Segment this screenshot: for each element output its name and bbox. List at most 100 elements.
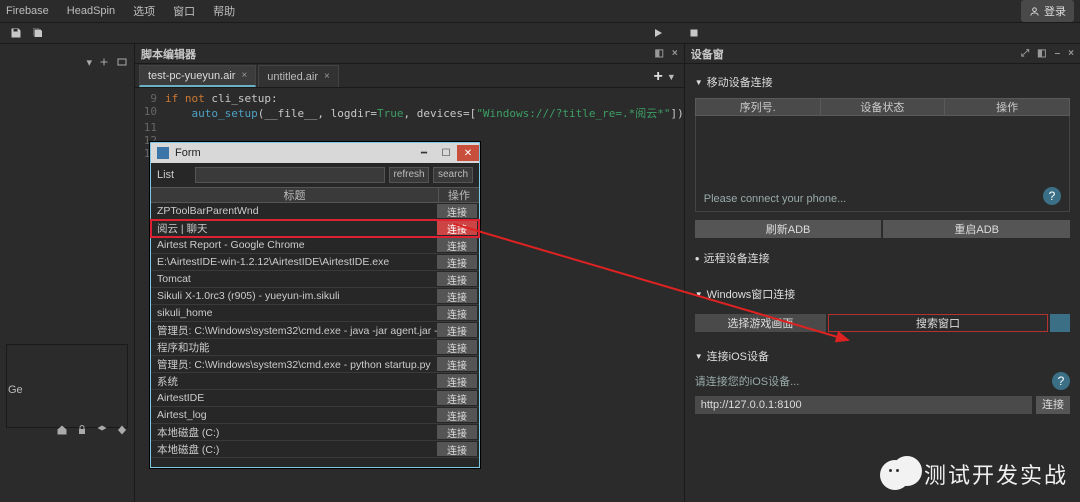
connect-button[interactable]: 连接 [437,204,477,218]
layers-icon[interactable] [96,424,108,436]
panel-dock-icon[interactable]: ◧ [1037,48,1046,59]
menu-window[interactable]: 窗口 [173,3,195,19]
tab-menu-icon[interactable]: ▼ [667,72,676,86]
connect-button[interactable]: 连接 [437,425,477,439]
dropdown-icon[interactable]: ▾ [86,56,92,69]
maximize-icon[interactable]: ☐ [435,145,457,161]
list-item[interactable]: Airtest Report - Google Chrome 连接 [151,237,479,254]
dialog-title: Form [175,147,201,159]
menu-help[interactable]: 帮助 [213,3,235,19]
minimize-icon[interactable]: ━ [413,145,435,161]
list-item[interactable]: Sikuli X-1.0rc3 (r905) - yueyun-im.sikul… [151,288,479,305]
list-item-title: 本地磁盘 (C:) [151,425,437,440]
connect-button[interactable]: 连接 [437,442,477,456]
editor-tabstrip: test-pc-yueyun.air × untitled.air × + ▼ [135,64,684,88]
search-button[interactable]: search [433,167,473,183]
tab-untitled[interactable]: untitled.air × [258,65,339,87]
panel-close-icon[interactable]: × [1068,48,1074,59]
connect-button[interactable]: 连接 [437,391,477,405]
list-item-title: AirtestIDE [151,392,437,404]
ios-connect-button[interactable]: 连接 [1036,396,1070,414]
section-windows[interactable]: ▼ Windows窗口连接 [695,282,1070,306]
user-icon [1029,6,1040,17]
col-serial: 序列号. [696,99,821,115]
list-item[interactable]: Tomcat 连接 [151,271,479,288]
list-item-title: Sikuli X-1.0rc3 (r905) - yueyun-im.sikul… [151,290,437,302]
menu-firebase[interactable]: Firebase [6,5,49,17]
connect-button[interactable]: 连接 [437,255,477,269]
login-button[interactable]: 登录 [1021,0,1074,22]
connect-button[interactable]: 连接 [437,238,477,252]
home-icon[interactable] [56,424,68,436]
close-icon[interactable]: ✕ [457,145,479,161]
panel-close-icon[interactable]: × [672,48,678,59]
list-item[interactable]: 管理员: C:\Windows\system32\cmd.exe - pytho… [151,356,479,373]
section-ios-label: 连接iOS设备 [707,348,769,364]
menu-headspin[interactable]: HeadSpin [67,5,115,17]
list-item[interactable]: 本地磁盘 (C:) 连接 [151,441,479,458]
refresh-button[interactable]: refresh [389,167,429,183]
list-item[interactable]: 程序和功能 连接 [151,339,479,356]
panel-dock-icon[interactable]: ◧ [654,48,663,59]
search-input[interactable] [195,167,385,183]
save-all-icon[interactable] [32,27,44,39]
connect-button[interactable]: 连接 [437,323,477,337]
section-ios[interactable]: ▼ 连接iOS设备 [695,344,1070,368]
col-op: 操作 [439,188,479,202]
ios-url-input[interactable]: http://127.0.0.1:8100 [695,396,1032,414]
close-icon[interactable]: × [241,70,247,81]
mobile-table-header: 序列号. 设备状态 操作 [695,98,1070,116]
add-icon[interactable] [98,56,110,68]
list-item[interactable]: 本地磁盘 (C:) 连接 [151,424,479,441]
device-panel-title: 设备窗 [691,46,724,62]
select-game-button[interactable]: 选择游戏画面 [695,314,826,332]
panel-min-icon[interactable]: – [1055,48,1061,59]
list-item-title: 阅云 | 聊天 [151,221,437,236]
open-icon[interactable] [116,56,128,68]
connect-button[interactable]: 连接 [437,374,477,388]
search-window-button[interactable]: 搜索窗口 [828,314,1048,332]
connect-button[interactable]: 连接 [437,221,477,235]
dialog-column-header: 标题 操作 [151,187,479,203]
connect-button[interactable]: 连接 [437,289,477,303]
list-item[interactable]: 系统 连接 [151,373,479,390]
help-icon[interactable]: ? [1052,372,1070,390]
panel-expand-icon[interactable]: ⤢ [1021,48,1029,59]
mobile-table-body: Please connect your phone... ? [695,116,1070,212]
save-icon[interactable] [10,27,22,39]
list-item-title: Airtest Report - Google Chrome [151,239,437,251]
diamond-icon[interactable] [116,424,128,436]
editor-panel-title: 脚本编辑器 [141,46,196,62]
lock-icon[interactable] [76,424,88,436]
connect-button[interactable]: 连接 [437,272,477,286]
wechat-icon [880,456,916,492]
close-icon[interactable]: × [324,71,330,82]
dialog-titlebar[interactable]: Form ━ ☐ ✕ [151,143,479,163]
list-item[interactable]: AirtestIDE 连接 [151,390,479,407]
play-icon[interactable] [652,27,664,39]
help-icon[interactable]: ? [1043,187,1061,205]
col-status: 设备状态 [821,99,946,115]
stop-icon[interactable] [688,27,700,39]
list-item[interactable]: sikuli_home 连接 [151,305,479,322]
section-mobile[interactable]: ▼ 移动设备连接 [695,70,1070,94]
connect-button[interactable]: 连接 [437,408,477,422]
list-item[interactable]: ZPToolBarParentWnd 连接 [151,203,479,220]
restart-adb-button[interactable]: 重启ADB [883,220,1070,238]
list-item[interactable]: Airtest_log 连接 [151,407,479,424]
tab-label: test-pc-yueyun.air [148,70,235,82]
connect-button[interactable]: 连接 [437,306,477,320]
list-item[interactable]: 阅云 | 聊天 连接 [151,220,479,237]
list-item[interactable]: E:\AirtestIDE-win-1.2.12\AirtestIDE\Airt… [151,254,479,271]
tab-test-pc-yueyun[interactable]: test-pc-yueyun.air × [139,65,256,87]
chevron-down-icon: ▼ [695,78,703,87]
menu-options[interactable]: 选项 [133,3,155,19]
connect-button[interactable]: 连接 [437,340,477,354]
section-remote[interactable]: ● 远程设备连接 [695,246,1070,270]
dialog-list: ZPToolBarParentWnd 连接阅云 | 聊天 连接Airtest R… [151,203,479,458]
refresh-adb-button[interactable]: 刷新ADB [695,220,882,238]
windows-square-button[interactable] [1050,314,1070,332]
list-item[interactable]: 管理员: C:\Windows\system32\cmd.exe - java … [151,322,479,339]
add-tab-icon[interactable]: + [653,68,662,86]
connect-button[interactable]: 连接 [437,357,477,371]
